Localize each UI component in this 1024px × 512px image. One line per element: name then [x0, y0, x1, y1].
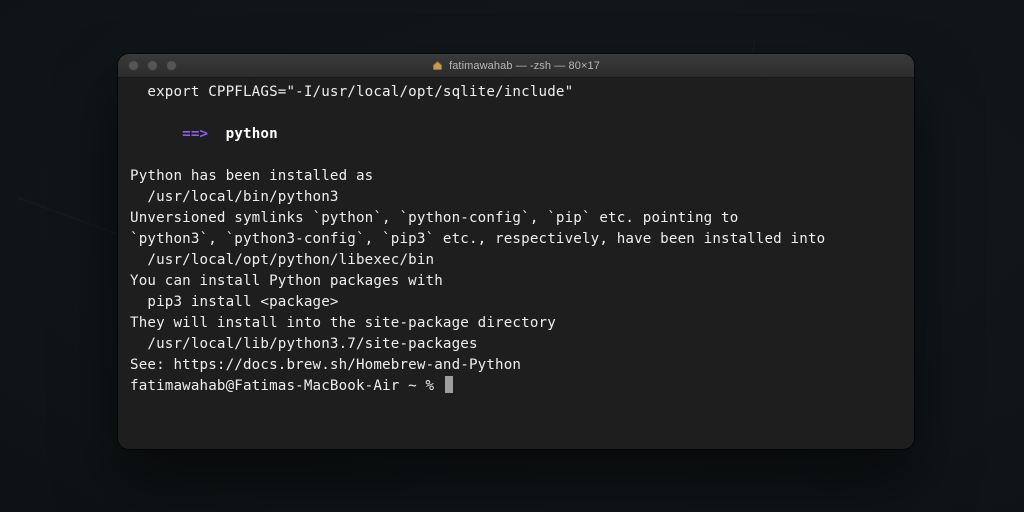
window-title: fatimawahab — -zsh — 80×17	[118, 54, 914, 77]
section-heading: ==> python	[130, 103, 902, 166]
prompt-text: fatimawahab@Fatimas-MacBook-Air ~ %	[130, 376, 443, 397]
terminal-window: fatimawahab — -zsh — 80×17 export CPPFLA…	[118, 54, 914, 449]
output-line: Unversioned symlinks `python`, `python-c…	[130, 208, 902, 229]
home-icon	[432, 60, 443, 71]
cursor-icon	[445, 376, 453, 393]
prompt-line[interactable]: fatimawahab@Fatimas-MacBook-Air ~ %	[130, 376, 902, 397]
terminal-output[interactable]: export CPPFLAGS="-I/usr/local/opt/sqlite…	[118, 78, 914, 405]
zoom-icon[interactable]	[166, 60, 177, 71]
heading-text: python	[226, 126, 278, 142]
arrow-icon: ==>	[182, 126, 208, 142]
close-icon[interactable]	[128, 60, 139, 71]
minimize-icon[interactable]	[147, 60, 158, 71]
output-line: export CPPFLAGS="-I/usr/local/opt/sqlite…	[130, 82, 902, 103]
window-titlebar[interactable]: fatimawahab — -zsh — 80×17	[118, 54, 914, 78]
output-line: See: https://docs.brew.sh/Homebrew-and-P…	[130, 355, 902, 376]
output-line: Python has been installed as	[130, 166, 902, 187]
output-line: /usr/local/bin/python3	[130, 187, 902, 208]
output-line: They will install into the site-package …	[130, 313, 902, 334]
output-line: /usr/local/lib/python3.7/site-packages	[130, 334, 902, 355]
output-line: pip3 install <package>	[130, 292, 902, 313]
output-line: `python3`, `python3-config`, `pip3` etc.…	[130, 229, 902, 250]
output-line: /usr/local/opt/python/libexec/bin	[130, 250, 902, 271]
window-title-text: fatimawahab — -zsh — 80×17	[449, 60, 600, 72]
output-line: You can install Python packages with	[130, 271, 902, 292]
window-controls	[128, 60, 177, 71]
